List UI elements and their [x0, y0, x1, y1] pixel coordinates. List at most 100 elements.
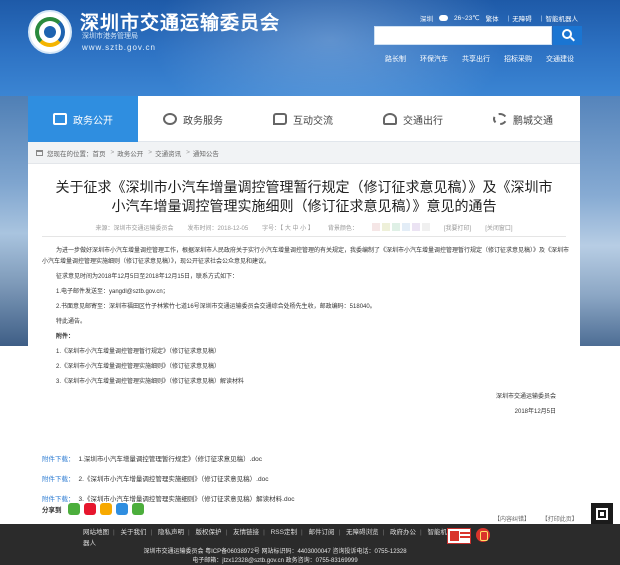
share-label: 分享到	[42, 507, 62, 514]
traditional-chinese-link[interactable]: 繁体	[486, 13, 499, 23]
main-nav: 政务公开 政务服务 互动交流 交通出行 鹏城交通	[28, 96, 580, 142]
qr-code-button[interactable]	[591, 503, 613, 525]
nav-item-label: 鹏城交通	[513, 115, 553, 127]
footer-info: 深圳市交通运输委员会 粤ICP备06038972号 网站标识码：44030000…	[0, 548, 550, 565]
print-link[interactable]: [我要打印]	[444, 223, 471, 232]
robot-link[interactable]: 智能机器人	[545, 13, 578, 23]
breadcrumb-divider: >	[110, 149, 115, 156]
site-footer: 网站地图 | 关于我们 | 隐私声明 | 版权保护 | 友情链接 | RSS定制 | 邮件订…	[0, 524, 620, 565]
footer-links: 网站地图 | 关于我们 | 隐私声明 | 版权保护 | 友情链接 | RSS定制 | 邮件订…	[83, 527, 453, 549]
qzone-icon[interactable]	[99, 503, 112, 515]
site-url: www.sztb.gov.cn	[82, 43, 156, 52]
bg-swatch[interactable]	[391, 223, 400, 231]
background-scene-left	[0, 96, 28, 346]
bg-swatch[interactable]	[421, 223, 430, 231]
body-signature: 深圳市交通运输委员会	[495, 394, 556, 400]
body-sign-date: 2018年12月5日	[514, 409, 556, 415]
badge-text-lines	[460, 532, 470, 534]
footer-link-accessible[interactable]: 无障碍浏览	[346, 529, 379, 536]
separator: |	[263, 529, 265, 536]
gov-site-badge[interactable]	[447, 528, 471, 544]
body-email: 1.电子邮件发送至：yangdl@sztb.gov.cn；	[56, 289, 169, 295]
font-size-control[interactable]: 字号：【 大 中 小 】	[262, 223, 314, 232]
weibo-icon[interactable]	[83, 503, 96, 515]
bg-swatch[interactable]	[371, 223, 380, 231]
weather-text: 26~23℃	[454, 15, 480, 22]
article-content: 您现在的位置： 首页 > 政务公开 > 交通资讯 > 通知公告 关于征求《深圳市…	[28, 142, 580, 524]
search-input[interactable]	[375, 29, 551, 46]
breadcrumb-divider: >	[148, 149, 153, 156]
separator: |	[540, 14, 543, 22]
city-label: 深圳	[420, 16, 433, 23]
download-link[interactable]: 1.深圳市小汽车增量调控管理暂行规定》（修订征求意见稿）.doc	[79, 456, 262, 463]
body-attachment-1: 1.《深圳市小汽车增量调控管理暂行规定》（修订征求意见稿）	[56, 349, 221, 355]
nav-item-travel[interactable]: 交通出行	[358, 96, 468, 142]
meta-date: 发布时间：2018-12-05	[187, 225, 249, 232]
download-link[interactable]: 2.《深圳市小汽车增量调控管理实施细则》（修订征求意见稿）.doc	[79, 476, 269, 483]
more-icon[interactable]	[131, 503, 144, 515]
bg-swatch[interactable]	[401, 223, 410, 231]
quick-link-procurement[interactable]: 招标采购	[504, 54, 532, 64]
download-label: 附件下载：	[42, 476, 75, 483]
body-period: 征求意见时间为2018年12月5日至2018年12月15日，联系方式如下：	[56, 274, 239, 280]
nav-item-interaction[interactable]: 互动交流	[248, 96, 358, 142]
weather-icon	[439, 15, 448, 21]
breadcrumb-gov-affairs[interactable]: 政务公开	[117, 148, 143, 158]
footer-link-sitemap[interactable]: 网站地图	[83, 529, 109, 536]
document-icon	[53, 113, 67, 125]
quick-link-road-chief[interactable]: 路长制	[385, 54, 406, 64]
footer-link-gov-office[interactable]: 政府办公	[390, 529, 416, 536]
footer-link-rss[interactable]: RSS定制	[271, 529, 297, 536]
download-label: 附件下载：	[42, 456, 75, 463]
chat-icon	[273, 113, 287, 125]
breadcrumb-prefix: 您现在的位置：	[47, 150, 93, 158]
logo-core	[44, 26, 56, 38]
accessible-link[interactable]: 无障碍	[512, 13, 532, 23]
footer-link-about[interactable]: 关于我们	[121, 529, 147, 536]
quick-links: 路长制 环保汽车 共享出行 招标采购 交通建设	[385, 54, 588, 64]
nav-item-gov-affairs[interactable]: 政务公开	[28, 96, 138, 142]
download-row: 附件下载： 2.《深圳市小汽车增量调控管理实施细则》（修订征求意见稿）.doc	[42, 470, 570, 490]
home-icon	[36, 149, 43, 156]
quick-link-construction[interactable]: 交通建设	[546, 54, 574, 64]
print-page-link[interactable]: 【打印此页】	[542, 517, 578, 523]
footer-link-friends[interactable]: 友情链接	[233, 529, 259, 536]
breadcrumb-divider: >	[186, 149, 190, 156]
separator: |	[300, 529, 303, 536]
qq-icon[interactable]	[115, 503, 128, 515]
quick-link-shared-travel[interactable]: 共享出行	[462, 54, 490, 64]
footer-link-mail-subscribe[interactable]: 邮件订阅	[308, 529, 334, 536]
breadcrumb-home[interactable]: 首页	[93, 148, 106, 158]
separator: |	[420, 529, 422, 536]
meta-source: 来源：深圳市交通运输委员会	[95, 225, 174, 232]
quick-link-eco-car[interactable]: 环保汽车	[420, 54, 448, 64]
article-body: 为进一步做好深圳市小汽车增量调控管理工作，根据深圳市人民政府关于实行小汽车增量调…	[42, 246, 570, 422]
bg-color-swatches	[371, 223, 430, 231]
divider-line	[42, 236, 566, 237]
site-verification-badge[interactable]	[476, 528, 490, 542]
body-attachment-3: 3.《深圳市小汽车增量调控管理实施细则》（修订征求意见稿）解读材料	[56, 379, 245, 385]
article-meta: 来源：深圳市交通运输委员会 发布时间：2018-12-05 字号：【 大 中 小…	[28, 220, 580, 234]
site-header: 深圳市交通运输委员会 深圳市港务管理局 www.sztb.gov.cn 深圳 2…	[0, 0, 620, 96]
search-button[interactable]	[553, 26, 582, 45]
body-notice: 特此通告。	[56, 319, 87, 325]
site-logo[interactable]	[28, 10, 72, 54]
close-window-link[interactable]: [关闭窗口]	[485, 223, 512, 232]
bg-swatch[interactable]	[411, 223, 420, 231]
bg-swatch[interactable]	[381, 223, 390, 231]
report-error-link[interactable]: 【内容纠错】	[494, 517, 530, 523]
bottom-actions: 【内容纠错】 【打印此页】	[484, 514, 578, 523]
nav-item-city-traffic[interactable]: 鹏城交通	[468, 96, 578, 142]
footer-link-privacy[interactable]: 隐私声明	[158, 529, 184, 536]
nav-item-gov-service[interactable]: 政务服务	[138, 96, 248, 142]
footer-info-line-2: 电子邮箱：jtzx12328@sztb.gov.cn 政务咨询：0755-831…	[192, 558, 358, 564]
site-subtitle: 深圳市港务管理局	[82, 33, 138, 40]
emblem-icon	[450, 531, 459, 541]
breadcrumb-notices[interactable]: 通知公告	[193, 148, 219, 158]
footer-link-copyright[interactable]: 版权保护	[196, 529, 222, 536]
background-scene-right	[580, 96, 620, 346]
attachment-downloads: 附件下载： 1.深圳市小汽车增量调控管理暂行规定》（修订征求意见稿）.doc 附件…	[42, 450, 570, 510]
breadcrumb-news[interactable]: 交通资讯	[155, 148, 181, 158]
wechat-icon[interactable]	[67, 503, 80, 515]
search-icon-handle	[570, 36, 575, 42]
